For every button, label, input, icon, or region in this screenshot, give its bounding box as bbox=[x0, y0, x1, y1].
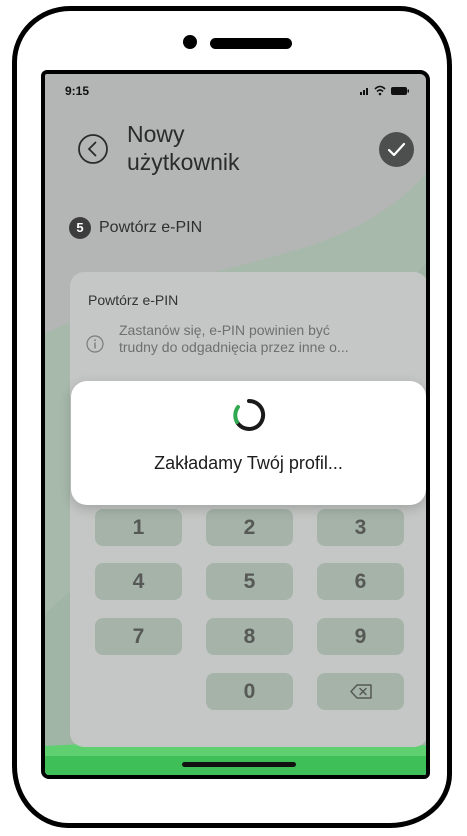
home-indicator[interactable] bbox=[182, 762, 296, 767]
camera-dot bbox=[183, 35, 197, 49]
key-8[interactable]: 8 bbox=[206, 618, 293, 655]
speaker-slot bbox=[210, 38, 292, 49]
page-title: Nowy użytkownik bbox=[127, 120, 239, 176]
status-icons bbox=[360, 85, 409, 96]
info-icon bbox=[86, 335, 104, 353]
pin-hint: Zastanów się, e-PIN powinien być trudny … bbox=[119, 322, 419, 356]
spinner-icon bbox=[233, 398, 266, 431]
title-line-1: Nowy bbox=[127, 121, 185, 147]
title-line-2: użytkownik bbox=[127, 149, 240, 175]
key-7[interactable]: 7 bbox=[95, 618, 182, 655]
pin-hint-line-1: Zastanów się, e-PIN powinien być bbox=[119, 322, 330, 338]
chevron-left-circle-icon[interactable] bbox=[77, 133, 109, 165]
confirm-button[interactable] bbox=[379, 132, 414, 167]
pin-hint-line-2: trudny do odgadnięcia przez inne o... bbox=[119, 339, 349, 355]
backspace-button[interactable] bbox=[317, 673, 404, 710]
key-1[interactable]: 1 bbox=[95, 509, 182, 546]
key-5[interactable]: 5 bbox=[206, 563, 293, 600]
loading-dialog: Zakładamy Twój profil... bbox=[71, 381, 426, 505]
status-bar: 9:15 bbox=[45, 74, 426, 106]
step-number-badge: 5 bbox=[69, 217, 91, 239]
pin-field-label: Powtórz e-PIN bbox=[88, 292, 179, 308]
status-time: 9:15 bbox=[65, 84, 90, 98]
key-6[interactable]: 6 bbox=[317, 563, 404, 600]
key-2[interactable]: 2 bbox=[206, 509, 293, 546]
check-icon bbox=[387, 142, 406, 157]
key-9[interactable]: 9 bbox=[317, 618, 404, 655]
app-screen: 9:15 Nowy użytkownik 5 Powtórz e-PIN Pow… bbox=[41, 70, 430, 779]
step-label: Powtórz e-PIN bbox=[99, 219, 203, 236]
key-3[interactable]: 3 bbox=[317, 509, 404, 546]
key-0[interactable]: 0 bbox=[206, 673, 293, 710]
pin-entry-card: Powtórz e-PIN Zastanów się, e-PIN powini… bbox=[70, 272, 426, 747]
loading-message: Zakładamy Twój profil... bbox=[154, 453, 343, 473]
key-4[interactable]: 4 bbox=[95, 563, 182, 600]
backspace-icon bbox=[350, 684, 372, 699]
